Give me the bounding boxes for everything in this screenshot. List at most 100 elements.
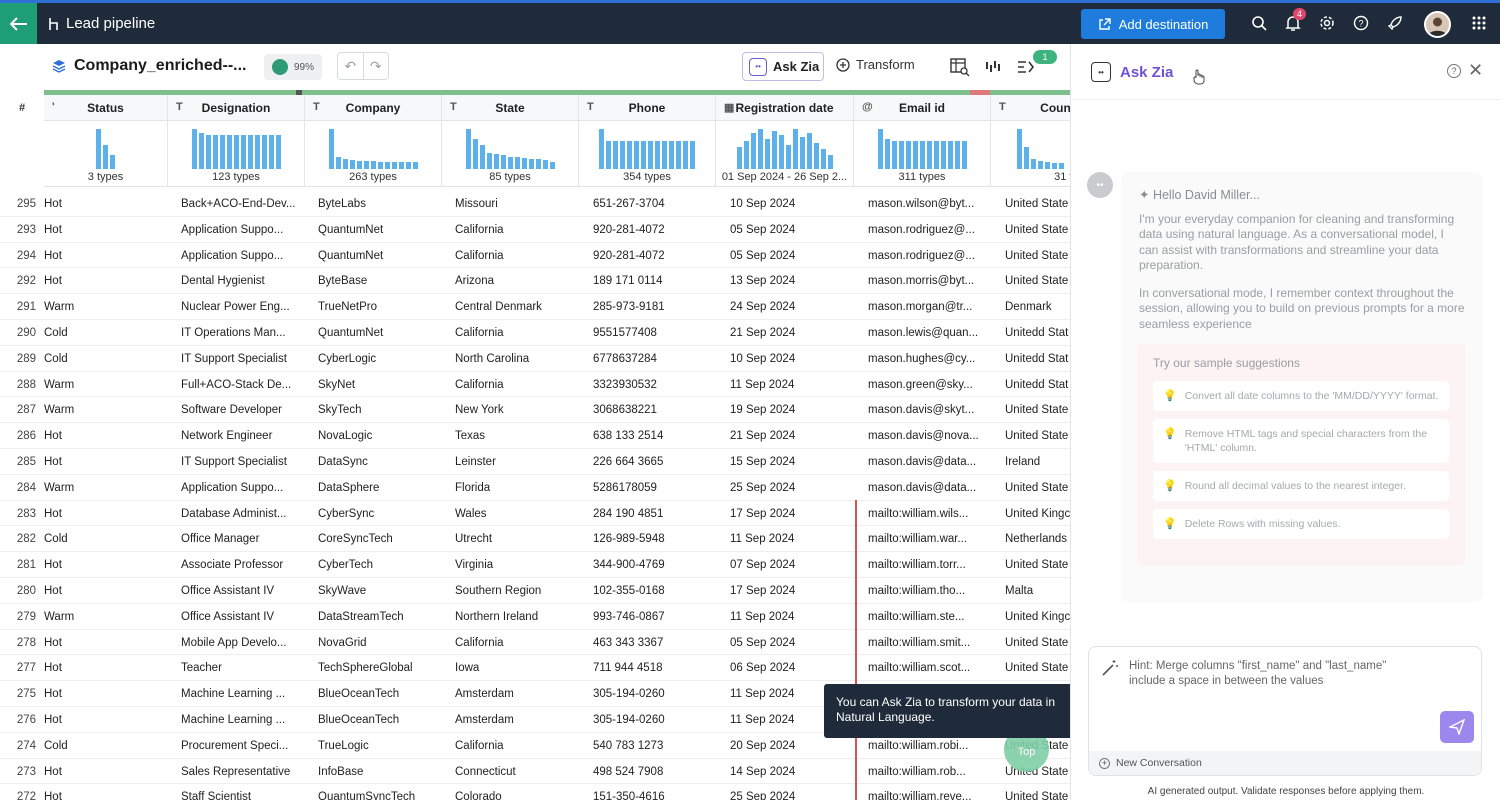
column-histogram[interactable]: 123 types [168,121,305,187]
status-cell[interactable]: Hot [44,250,164,262]
email-cell[interactable]: mailto:william.robi... [868,740,986,752]
suggestion-item[interactable]: 💡 Convert all date columns to the 'MM/DD/… [1153,380,1449,411]
status-cell[interactable]: Hot [44,637,164,649]
phone-cell[interactable]: 189 171 0114 [593,275,711,287]
company-cell[interactable]: DataSphere [318,482,436,494]
registration-date-cell[interactable]: 14 Sep 2024 [730,766,848,778]
state-cell[interactable]: Florida [455,482,573,494]
company-cell[interactable]: TrueNetPro [318,301,436,313]
close-icon[interactable]: ✕ [1468,60,1483,81]
phone-cell[interactable]: 151-350-4616 [593,791,711,800]
country-cell[interactable]: United Kingc [1005,508,1070,520]
company-cell[interactable]: BlueOceanTech [318,714,436,726]
status-cell[interactable]: Hot [44,585,164,597]
pipeline-title[interactable]: Lead pipeline [48,15,155,32]
email-cell[interactable]: mailto:william.wils... [868,508,986,520]
designation-cell[interactable]: Office Assistant IV [181,611,299,623]
company-cell[interactable]: CyberLogic [318,353,436,365]
phone-cell[interactable]: 284 190 4851 [593,508,711,520]
table-row[interactable]: 284 Warm Application Suppo... DataSphere Flo… [0,475,1070,501]
designation-cell[interactable]: Machine Learning ... [181,688,299,700]
designation-cell[interactable]: Dental Hygienist [181,275,299,287]
state-cell[interactable]: Missouri [455,198,573,210]
phone-cell[interactable]: 498 524 7908 [593,766,711,778]
designation-cell[interactable]: Staff Scientist [181,791,299,800]
country-cell[interactable]: United State [1005,662,1070,674]
company-cell[interactable]: NovaGrid [318,637,436,649]
phone-cell[interactable]: 651-267-3704 [593,198,711,210]
table-row[interactable]: 289 Cold IT Support Specialist CyberLogic No… [0,346,1070,372]
status-cell[interactable]: Hot [44,662,164,674]
registration-date-cell[interactable]: 05 Sep 2024 [730,637,848,649]
designation-cell[interactable]: Application Suppo... [181,224,299,236]
registration-date-cell[interactable]: 19 Sep 2024 [730,404,848,416]
status-cell[interactable]: Hot [44,430,164,442]
column-histogram[interactable]: 3 types [44,121,168,187]
column-header-status[interactable]: ' Status [44,95,168,121]
state-cell[interactable]: Northern Ireland [455,611,573,623]
undo-button[interactable]: ↶ [338,53,363,79]
table-row[interactable]: 282 Cold Office Manager CoreSyncTech Utrecht… [0,526,1070,553]
state-cell[interactable]: California [455,637,573,649]
phone-cell[interactable]: 305-194-0260 [593,688,711,700]
registration-date-cell[interactable]: 20 Sep 2024 [730,740,848,752]
suggestion-item[interactable]: 💡 Remove HTML tags and special characters… [1153,418,1449,463]
country-cell[interactable]: Unitedd Stat [1005,353,1070,365]
status-cell[interactable]: Cold [44,353,164,365]
registration-date-cell[interactable]: 05 Sep 2024 [730,250,848,262]
status-cell[interactable]: Cold [44,533,164,545]
email-cell[interactable]: mason.davis@nova... [868,430,986,442]
email-cell[interactable]: mason.morgan@tr... [868,301,986,313]
designation-cell[interactable]: Office Manager [181,533,299,545]
state-cell[interactable]: Texas [455,430,573,442]
designation-cell[interactable]: Software Developer [181,404,299,416]
company-cell[interactable]: QuantumSyncTech [318,791,436,800]
state-cell[interactable]: California [455,740,573,752]
state-cell[interactable]: California [455,250,573,262]
phone-cell[interactable]: 711 944 4518 [593,662,711,674]
status-cell[interactable]: Hot [44,791,164,800]
status-cell[interactable]: Warm [44,611,164,623]
table-row[interactable]: 290 Cold IT Operations Man... QuantumNet Cal… [0,320,1070,346]
company-cell[interactable]: DataSync [318,456,436,468]
country-cell[interactable]: United State [1005,637,1070,649]
registration-date-cell[interactable]: 10 Sep 2024 [730,353,848,365]
company-cell[interactable]: SkyNet [318,379,436,391]
suggestion-item[interactable]: 💡 Delete Rows with missing values. [1153,508,1449,539]
email-cell[interactable]: mason.hughes@cy... [868,353,986,365]
country-cell[interactable]: United State [1005,404,1070,416]
state-cell[interactable]: Wales [455,508,573,520]
designation-cell[interactable]: IT Operations Man... [181,327,299,339]
country-cell[interactable]: United State [1005,198,1070,210]
dataset-name[interactable]: Company_enriched--... [52,57,246,75]
designation-cell[interactable]: Application Suppo... [181,250,299,262]
email-cell[interactable]: mason.wilson@byt... [868,198,986,210]
state-cell[interactable]: California [455,379,573,391]
designation-cell[interactable]: Back+ACO-End-Dev... [181,198,299,210]
email-cell[interactable]: mailto:william.torr... [868,559,986,571]
phone-cell[interactable]: 5286178059 [593,482,711,494]
table-row[interactable]: 283 Hot Database Administ... CyberSync Wales… [0,501,1070,527]
column-histogram[interactable]: 263 types [305,121,442,187]
status-cell[interactable]: Hot [44,559,164,571]
registration-date-cell[interactable]: 21 Sep 2024 [730,430,848,442]
phone-cell[interactable]: 3068638221 [593,404,711,416]
country-cell[interactable]: United State [1005,559,1070,571]
apps-grid-icon[interactable] [1469,13,1489,33]
email-cell[interactable]: mason.morris@byt... [868,275,986,287]
redo-button[interactable]: ↷ [362,53,389,79]
designation-cell[interactable]: Sales Representative [181,766,299,778]
phone-cell[interactable]: 285-973-9181 [593,301,711,313]
email-cell[interactable]: mason.davis@data... [868,482,986,494]
table-row[interactable]: 288 Warm Full+ACO-Stack De... SkyNet Califor… [0,372,1070,398]
company-cell[interactable]: SkyWave [318,585,436,597]
status-cell[interactable]: Hot [44,766,164,778]
phone-cell[interactable]: 305-194-0260 [593,714,711,726]
status-cell[interactable]: Hot [44,198,164,210]
table-row[interactable]: 280 Hot Office Assistant IV SkyWave Southern… [0,578,1070,604]
state-cell[interactable]: California [455,224,573,236]
email-cell[interactable]: mailto:william.reve... [868,791,986,800]
designation-cell[interactable]: Full+ACO-Stack De... [181,379,299,391]
registration-date-cell[interactable]: 24 Sep 2024 [730,301,848,313]
table-row[interactable]: 277 Hot Teacher TechSphereGlobal Iowa 711 944… [0,655,1070,682]
